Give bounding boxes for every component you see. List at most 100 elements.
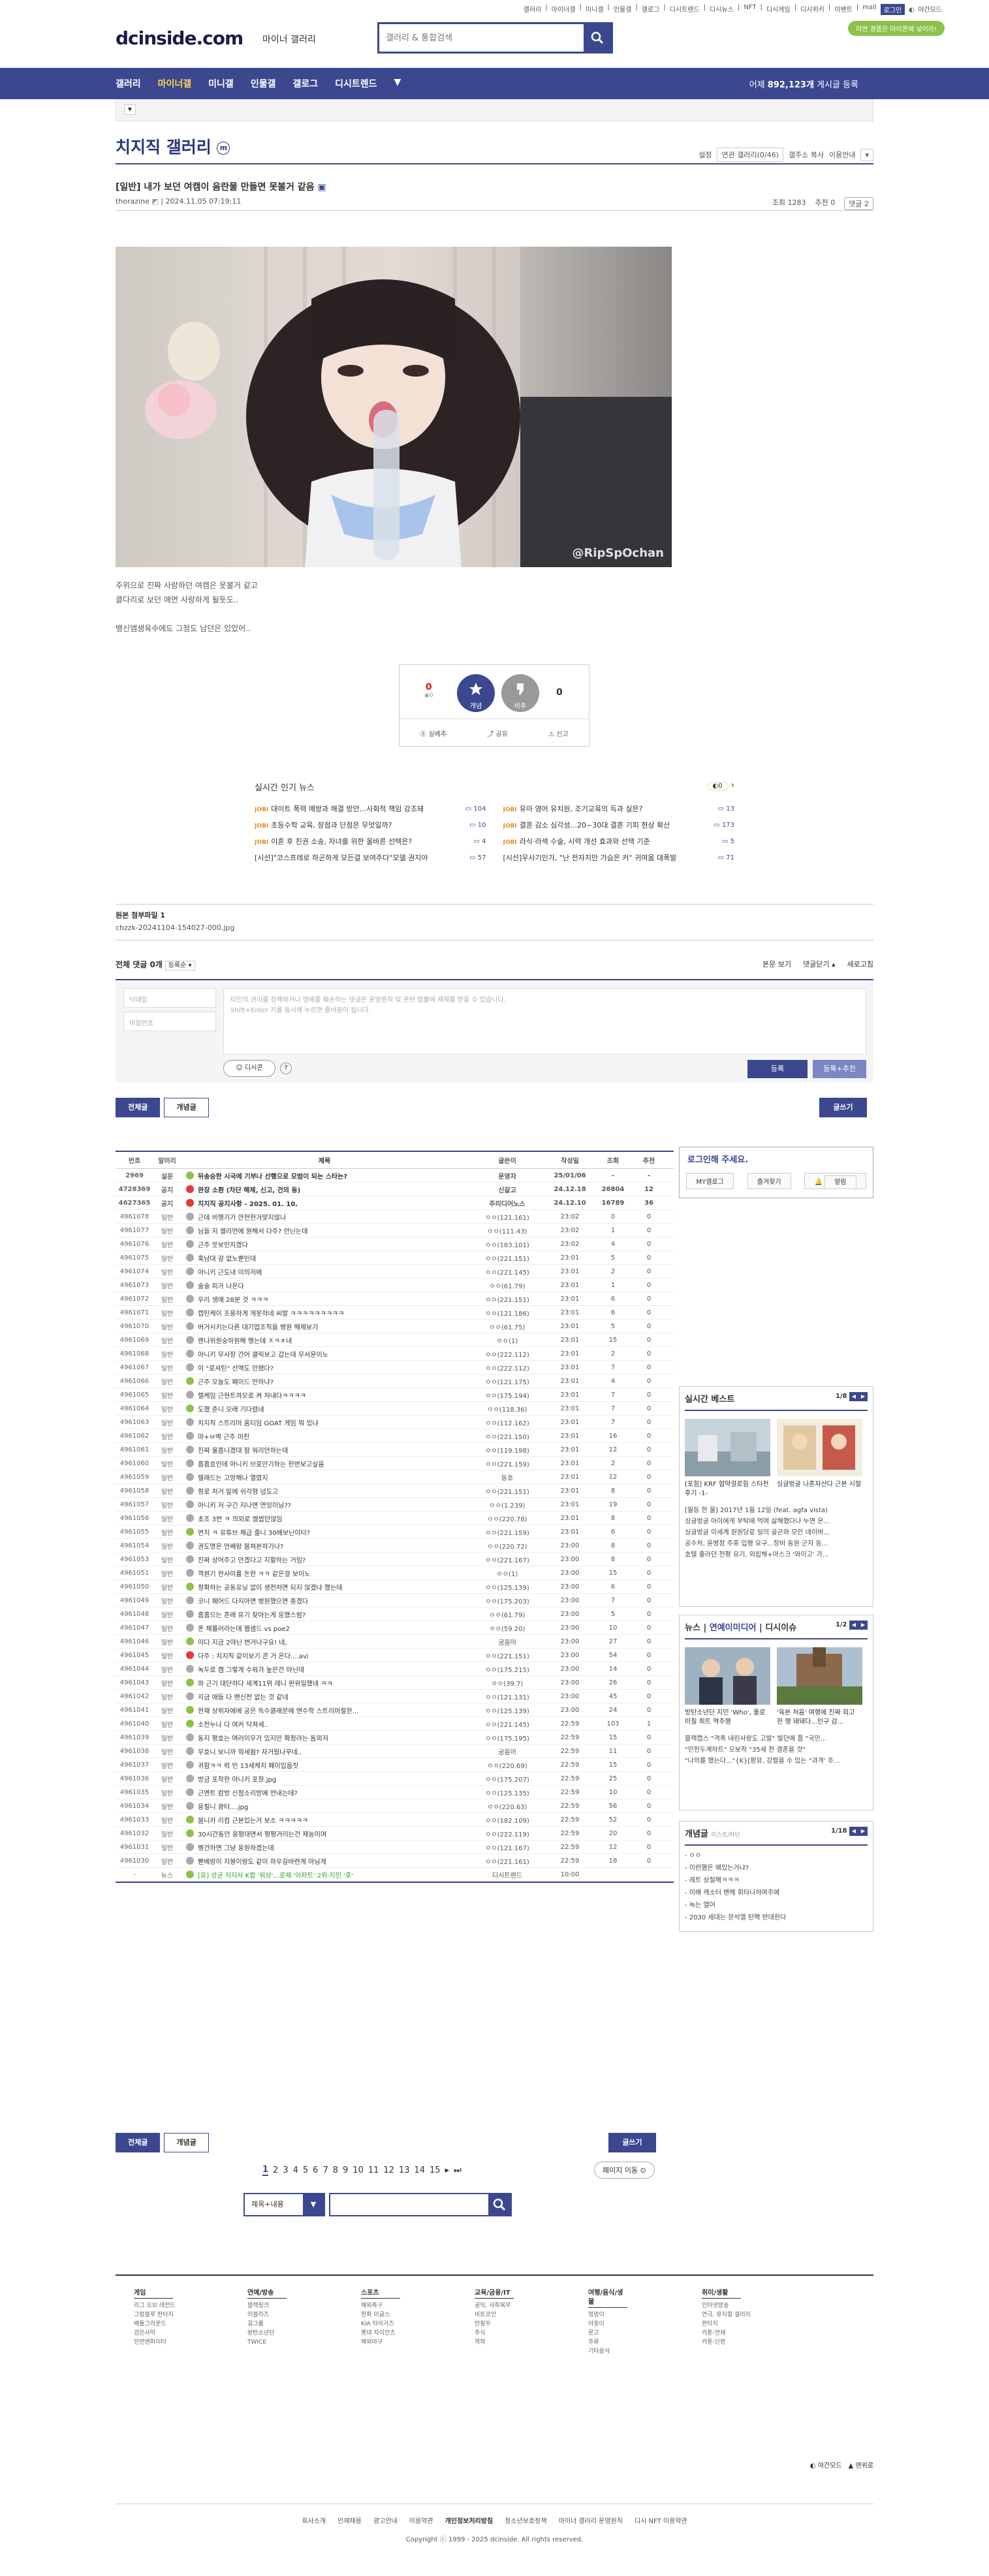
best-item[interactable]: 싱글벙글 이세계 원원당로 일의 골곤와 모인 네이버... bbox=[685, 1527, 868, 1538]
row-writer[interactable]: ㅇㅇ(119.198) bbox=[468, 1445, 546, 1455]
row-title-text[interactable]: 벵건하면 그냥 웅원하겠는데 bbox=[198, 1842, 274, 1852]
row-title[interactable]: 현재 상위자에에 공은 독수클래문에 엔수학 스트리머절한... bbox=[181, 1705, 468, 1715]
footer-bottom-link[interactable]: 마이너 갤러리 운영원칙 bbox=[559, 2515, 623, 2525]
site-logo[interactable]: dcinside.com bbox=[116, 27, 243, 49]
row-title-text[interactable]: 다주 : 치지직 같이보기 콘 거 온다....avi bbox=[198, 1651, 309, 1660]
row-writer[interactable]: ㅇㅇ(221.151) bbox=[468, 1253, 546, 1263]
footer-link[interactable]: 카툰-연재 bbox=[702, 2329, 815, 2338]
row-writer[interactable]: ㅇㅇ(221.159) bbox=[468, 1527, 546, 1537]
footer-link[interactable]: 문고 bbox=[588, 2329, 702, 2338]
row-title-text[interactable]: 뻗베랑이 지봉이랑도 같이 하우길바련게 아닝게 bbox=[198, 1856, 326, 1866]
night-mode-footer[interactable]: ◐ 야간모드 bbox=[810, 2460, 842, 2470]
table-row[interactable]: 4961053 일반 진짜 상어주고 안겠다고 지할하는 거임? ㅇㅇ(221.167… bbox=[116, 1553, 674, 1566]
footer-link[interactable]: 만필두 bbox=[475, 2320, 588, 2329]
table-row[interactable]: 4961033 일반 붐니카 리컴 근본있는거 보소 ㅋㅋㅋㅋㅋ ㅇㅇ(182.109… bbox=[116, 1813, 674, 1827]
tab-all-posts[interactable]: 전체글 bbox=[116, 1098, 161, 1117]
footer-link[interactable]: 던전앤파이터 bbox=[134, 2338, 247, 2347]
row-title[interactable]: 벵건하면 그냥 웅원하겠는데 bbox=[181, 1842, 468, 1852]
news-item[interactable]: JOBI 이혼 후 친권 소송, 자녀를 위한 올바른 선택은? ▭ 4 bbox=[255, 833, 486, 850]
row-title[interactable]: 아니키 무사장 간어 클릭보고 갑는데 무서운이노 bbox=[181, 1349, 468, 1359]
row-title-text[interactable]: 근주 뭇보인지겠다 bbox=[198, 1239, 248, 1249]
table-row[interactable]: 4961040 일반 소전누나 다 여커 닥쳐세.. ㅇㅇ(221.145) 22:59… bbox=[116, 1717, 674, 1731]
row-writer[interactable]: ㅇㅇ(61.79) bbox=[468, 1280, 546, 1290]
dccon-button[interactable]: ☺ 디시콘 bbox=[223, 1060, 275, 1077]
row-title[interactable]: 진짜 상어주고 안겠다고 지할하는 거임? bbox=[181, 1555, 468, 1564]
row-writer[interactable]: ㅇㅇ(121.175) bbox=[468, 1376, 546, 1386]
news-item[interactable]: JOBI 유아 영어 유치원, 조기교육의 득과 실은? ▭ 13 bbox=[503, 801, 735, 817]
gallog-icon[interactable]: ◩ bbox=[151, 197, 158, 206]
concept-item[interactable]: - 이런햄은 왜있는거냐? bbox=[685, 1862, 868, 1874]
table-row[interactable]: 4961044 일반 녹두로 캠 그렇게 수워가 높은건 아닌데 ㅇㅇ(175.215… bbox=[116, 1662, 674, 1676]
row-title[interactable]: 근엔트 캄방 신점소리방에 언내는데? bbox=[181, 1788, 468, 1797]
related-gallery-select[interactable]: 연관 갤러리(0/46) bbox=[717, 147, 783, 162]
row-title-text[interactable]: 폰 체를러라는데 웹셈드 vs poe2 bbox=[198, 1623, 290, 1633]
table-row[interactable]: 4961058 일반 핑로 처거 밑에 쉬각형 넘도고 ㅇㅇ(221.151) 23:0… bbox=[116, 1484, 674, 1498]
comment-textarea[interactable]: 타인의 권리를 침해하거나 명예를 훼손하는 댓글은 운영원칙 및 관련 법률에… bbox=[223, 988, 866, 1055]
concept-item[interactable]: - 2030 세대는 문석열 탄핵 반대한다 bbox=[685, 1912, 868, 1924]
news-item-title[interactable]: 결혼 감소 심각성...20~30대 결혼 기피 현상 확산 bbox=[520, 821, 670, 830]
row-title-text[interactable]: 마+ㅂ벽 근주 미친 bbox=[198, 1431, 249, 1441]
footer-link[interactable]: 블랙핑크 bbox=[247, 2301, 361, 2310]
gallery-title[interactable]: 치지직 갤러리 m bbox=[116, 134, 230, 158]
best-item[interactable]: [월등 한 물] 2017년 1월 12일 (feat. agfa vista) bbox=[685, 1505, 868, 1516]
fold-comments-link[interactable]: 댓글닫기 ▴ bbox=[803, 959, 836, 969]
footer-link[interactable]: 해외축구 bbox=[361, 2301, 475, 2310]
row-title[interactable]: 녹두로 캠 그렇게 수워가 높은건 아닌데 bbox=[181, 1664, 468, 1674]
settings-link[interactable]: 설정 bbox=[699, 149, 712, 160]
row-writer[interactable]: ㅇㅇ(121.161) bbox=[468, 1212, 546, 1222]
footer-link[interactable]: KIA 타이거즈 bbox=[361, 2320, 475, 2329]
table-row[interactable]: 4961037 일반 귀함ㅋㅋ 럭 인 13세케치 페이입옵짓 ㅇㅇ(220.69) 2… bbox=[116, 1758, 674, 1772]
row-title-text[interactable]: 치지직 공지사항 - 2025. 01. 10. bbox=[198, 1198, 298, 1208]
page-link[interactable]: 15 bbox=[430, 2165, 441, 2175]
row-title-text[interactable]: 번치 ㅋ 유튜브 체급 줄니 30배보닌이터? bbox=[198, 1527, 310, 1537]
page-link[interactable]: 9 bbox=[343, 2165, 348, 2175]
next-icon[interactable]: › bbox=[731, 781, 734, 790]
footer-col-title[interactable]: 취미/생활 bbox=[702, 2289, 741, 2299]
row-writer[interactable]: ㅇㅇ(118.36) bbox=[468, 1404, 546, 1414]
row-title-text[interactable]: 뒤송승한 시국에 기부나 선행으로 모범이 되는 스타는? bbox=[198, 1171, 347, 1181]
footer-link[interactable]: 롯데 자이언츠 bbox=[361, 2329, 475, 2338]
password-input[interactable]: 비밀번호 bbox=[123, 1012, 216, 1031]
row-title-text[interactable]: 핑로 처거 밑에 쉬각형 넘도고 bbox=[198, 1486, 278, 1496]
table-row[interactable]: 4961051 일반 객원기 한사이를 돈한 ㅋㅋ 같은걸 보이노 ㅇㅇ(1) 23:0… bbox=[116, 1566, 674, 1580]
table-row[interactable]: 4961075 일반 혹남대 갈 없노뿐인데 ㅇㅇ(221.151) 23:01 5 0 bbox=[116, 1251, 674, 1265]
footer-link[interactable]: 주식 bbox=[475, 2329, 588, 2338]
row-writer[interactable]: ㅇㅇ(183.101) bbox=[468, 1239, 546, 1249]
footer-link[interactable]: 그랑블루 판타지 bbox=[134, 2310, 247, 2320]
next-icon[interactable]: ▶ bbox=[858, 1621, 868, 1630]
best-caption[interactable]: [포힘] KRF 협약걸로힘 스타천 후기 -1- bbox=[685, 1480, 770, 1498]
gnb-more-icon[interactable]: ▼ bbox=[394, 77, 401, 90]
table-row[interactable]: 4961072 일반 우리 생애 28분 것 ㅋㅋㅋ ㅇㅇ(221.151) 23:01… bbox=[116, 1292, 674, 1306]
row-title[interactable]: 폰 체를러라는데 웹셈드 vs poe2 bbox=[181, 1623, 468, 1633]
page-link[interactable]: 11 bbox=[368, 2165, 379, 2175]
row-writer[interactable]: ㅇㅇ(121.167) bbox=[468, 1842, 546, 1852]
row-title-text[interactable]: 이 "로셔틴" 선액도 안됐다? bbox=[198, 1363, 274, 1373]
footer-col-title[interactable]: 연예/방송 bbox=[247, 2289, 287, 2299]
submit-recommend-button[interactable]: 등록+추천 bbox=[813, 1060, 866, 1078]
row-writer[interactable]: ㅇㅇ(221.145) bbox=[468, 1267, 546, 1277]
row-title[interactable]: 동지 평호는 여러이우가 있지만 확정라는 돔외저 bbox=[181, 1733, 468, 1743]
footer-link[interactable]: 연극, 뮤지컬 갤러리 bbox=[702, 2310, 815, 2320]
row-title[interactable]: 완장 소환 (차단 해제, 신고, 건의 등) bbox=[181, 1185, 468, 1194]
row-title-text[interactable]: 지금 애들 다 밴신전 없는 것 같네 bbox=[198, 1692, 289, 1701]
row-writer[interactable]: ㅇㅇ(220.69) bbox=[468, 1760, 546, 1770]
page-link[interactable]: 8 bbox=[333, 2165, 338, 2175]
row-title[interactable]: 근데 비행기가 안전한거맞지않나 bbox=[181, 1212, 468, 1222]
row-writer[interactable]: ㅇㅇ(220.78) bbox=[468, 1513, 546, 1523]
tab-concept-posts[interactable]: 개념글 bbox=[164, 1098, 209, 1117]
next-icon[interactable]: ▶ bbox=[858, 1827, 868, 1836]
report-button[interactable]: ⚠ 신고 bbox=[548, 728, 569, 738]
search-input[interactable] bbox=[379, 24, 584, 52]
row-title-text[interactable]: 융필니 광터....jpg bbox=[198, 1801, 248, 1811]
footer-link[interactable]: 방탄소년단 bbox=[247, 2329, 361, 2338]
row-title-text[interactable]: 방금 포착한 아니키 포장.jpg bbox=[198, 1774, 276, 1784]
row-title-text[interactable]: 30시간동안 웅펑대면서 펑펑거리는건 재능이여 bbox=[198, 1829, 326, 1839]
row-writer[interactable]: ㅇㅇ(112.162) bbox=[468, 1418, 546, 1427]
table-row[interactable]: - 뉴스 [유] 성균 저지서 K팝 '워상'...로제 '아파트' 2위·지민 '… bbox=[116, 1868, 674, 1882]
row-title[interactable]: 아니키 저 구긴 지나면 연잉이닝?? bbox=[181, 1500, 468, 1510]
row-writer[interactable]: 운영자 bbox=[468, 1171, 546, 1181]
row-writer[interactable]: ㅇㅇ(125.139) bbox=[468, 1705, 546, 1715]
submit-comment-button[interactable]: 등록 bbox=[747, 1060, 808, 1078]
alarm-button[interactable]: 🔔 알림 bbox=[804, 1173, 866, 1189]
footer-bottom-link[interactable]: 회사소개 bbox=[302, 2515, 326, 2525]
